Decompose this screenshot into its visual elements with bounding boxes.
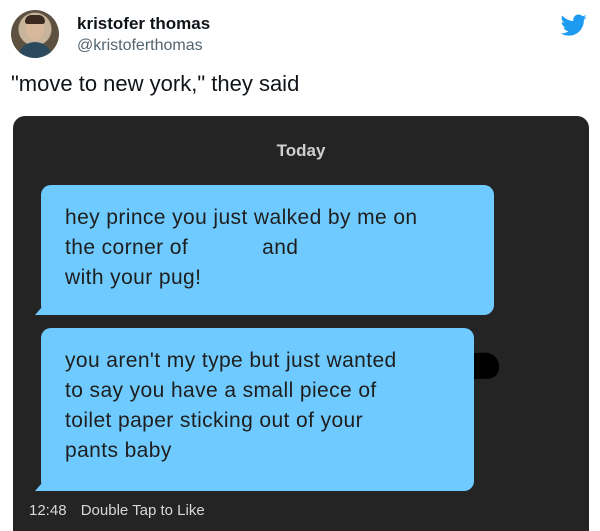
message-fragment: and <box>262 236 299 259</box>
double-tap-hint: Double Tap to Like <box>80 502 205 519</box>
message-fragment: the corner of <box>65 236 189 259</box>
display-name[interactable]: kristofer thomas <box>77 14 210 34</box>
message-line: with your pug! <box>65 266 202 289</box>
twitter-bird-icon[interactable] <box>559 12 589 38</box>
date-label: Today <box>276 141 326 160</box>
tweet-text: "move to new york," they said <box>11 71 300 96</box>
avatar-shoulders <box>17 42 53 58</box>
message-line: you aren't my type but just wanted <box>65 349 397 372</box>
handle[interactable]: @kristoferthomas <box>77 37 203 55</box>
avatar[interactable] <box>11 10 59 58</box>
chat-screenshot[interactable]: Today hey prince you just walked by me o… <box>13 116 589 531</box>
message-bubble[interactable]: you aren't my type but just wanted to sa… <box>35 328 474 491</box>
avatar-hair <box>25 15 45 24</box>
tweet-header: kristofer thomas @kristoferthomas <box>11 10 591 62</box>
message-line: the corner of and <box>65 233 474 263</box>
message-footer: 12:48 Double Tap to Like <box>29 502 205 519</box>
message-line: toilet paper sticking out of your <box>65 409 364 432</box>
message-timestamp: 12:48 <box>29 502 67 519</box>
message-bubble[interactable]: hey prince you just walked by me on the … <box>35 185 494 315</box>
message-line: to say you have a small piece of <box>65 379 377 402</box>
message-line: hey prince you just walked by me on <box>65 206 418 229</box>
message-line: pants baby <box>65 439 172 462</box>
